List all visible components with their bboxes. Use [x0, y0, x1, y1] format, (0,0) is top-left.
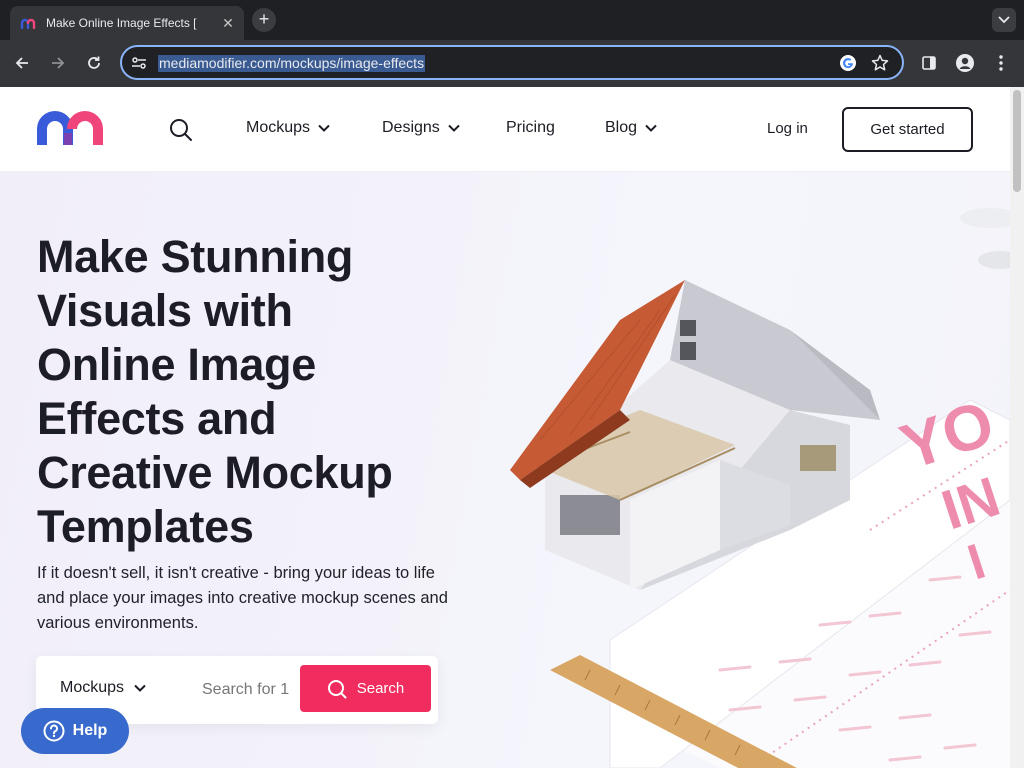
template-search-input[interactable] [196, 668, 316, 712]
chevron-down-icon [448, 124, 460, 132]
back-arrow-icon [15, 57, 28, 69]
mediamodifier-logo[interactable] [36, 109, 106, 149]
search-icon [327, 679, 347, 698]
nav-designs-label: Designs [382, 119, 440, 136]
site-header: Mockups Designs Pricing Blog Log in Get … [0, 87, 1010, 172]
chevron-down-icon [645, 124, 657, 132]
chevron-down-icon [998, 16, 1010, 24]
profile-avatar-icon [956, 54, 974, 72]
browser-toolbar: mediamodifier.com/mockups/image-effects [0, 40, 1024, 87]
get-started-button[interactable]: Get started [842, 107, 973, 152]
url-text[interactable]: mediamodifier.com/mockups/image-effects [158, 55, 426, 72]
nav-mockups[interactable]: Mockups [246, 119, 330, 137]
hero-title: Make Stunning Visuals with Online Image … [37, 230, 457, 554]
login-link[interactable]: Log in [767, 120, 808, 137]
house-mockup-illustration: YO IN I [510, 208, 1010, 768]
nav-designs[interactable]: Designs [382, 119, 460, 137]
nav-blog-label: Blog [605, 119, 638, 136]
nav-mockups-label: Mockups [246, 119, 311, 136]
reload-icon [88, 56, 100, 69]
site-favicon-icon [20, 15, 36, 31]
question-circle-icon [43, 720, 65, 742]
category-dropdown-value: Mockups [60, 679, 125, 696]
tab-title: Make Online Image Effects [ [46, 16, 197, 30]
browser-tab[interactable]: Make Online Image Effects [ ✕ [10, 6, 244, 40]
nav-pricing[interactable]: Pricing [506, 119, 555, 137]
back-button[interactable] [11, 52, 33, 74]
tab-strip: Make Online Image Effects [ ✕ + [0, 0, 1024, 40]
more-vertical-icon [999, 55, 1003, 71]
tab-close-icon[interactable]: ✕ [220, 15, 236, 32]
search-icon[interactable] [168, 117, 194, 143]
address-bar[interactable]: mediamodifier.com/mockups/image-effects [120, 45, 904, 80]
forward-arrow-icon [52, 57, 65, 69]
reload-button[interactable] [83, 52, 105, 74]
category-dropdown[interactable]: Mockups [60, 679, 146, 697]
new-tab-button[interactable]: + [252, 8, 276, 32]
nav-blog[interactable]: Blog [605, 119, 657, 137]
hero-title-line: Effects and [37, 393, 277, 444]
browser-menu-button[interactable] [990, 52, 1012, 74]
search-button[interactable]: Search [300, 665, 431, 712]
hero-title-line: Creative Mockup [37, 447, 393, 498]
side-panel-button[interactable] [918, 52, 940, 74]
chevron-down-icon [318, 124, 330, 132]
hero-title-line: Visuals with [37, 285, 293, 336]
bookmark-star-icon[interactable] [870, 53, 890, 73]
nav-pricing-label: Pricing [506, 119, 555, 136]
help-button[interactable]: Help [21, 708, 129, 754]
help-label: Help [72, 722, 108, 739]
tab-search-button[interactable] [992, 8, 1016, 32]
forward-button[interactable] [47, 52, 69, 74]
profile-button[interactable] [954, 52, 976, 74]
scrollbar-thumb[interactable] [1013, 90, 1021, 192]
side-panel-icon [922, 56, 936, 70]
hero-title-line: Make Stunning [37, 231, 354, 282]
hero-subtitle: If it doesn't sell, it isn't creative - … [37, 564, 448, 632]
hero-title-line: Online Image [37, 339, 316, 390]
page-scrollbar[interactable] [1010, 87, 1024, 768]
search-button-label: Search [356, 680, 405, 697]
chevron-down-icon [134, 684, 146, 692]
hero-title-line: Templates [37, 501, 254, 552]
google-icon[interactable] [838, 53, 858, 73]
site-settings-icon[interactable] [130, 54, 148, 72]
